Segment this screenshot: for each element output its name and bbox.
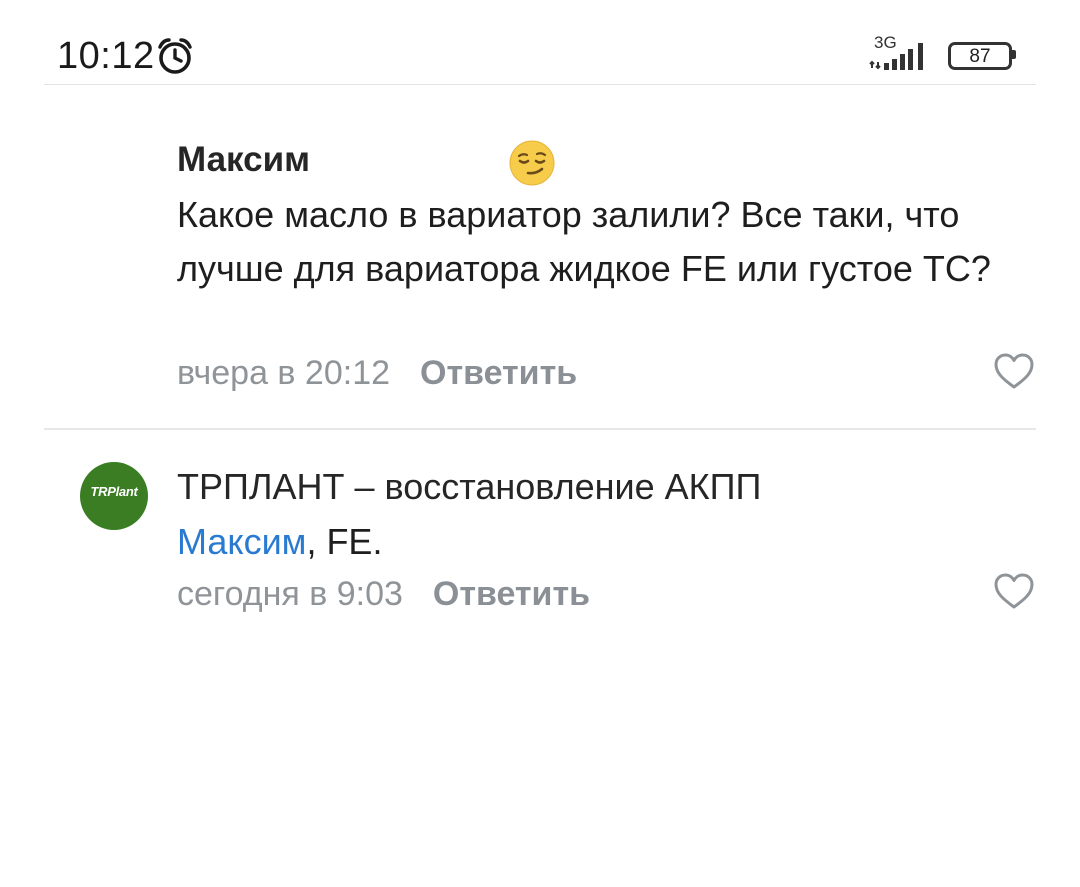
comment-meta: сегодня в 9:03 Ответить	[177, 575, 590, 614]
battery-tip	[1012, 50, 1016, 59]
like-heart-icon[interactable]	[993, 572, 1035, 610]
comment-timestamp: сегодня в 9:03	[177, 575, 403, 613]
avatar-logo-text: TRPlant	[90, 484, 138, 499]
smirking-face-emoji-icon	[509, 140, 555, 186]
comment-timestamp: вчера в 20:12	[177, 354, 391, 392]
status-time: 10:12	[57, 35, 155, 77]
avatar[interactable]: TRPlant	[80, 462, 148, 530]
comment-text: Максим, FE.	[177, 515, 1037, 569]
top-divider	[44, 84, 1036, 85]
signal-bars-icon	[869, 43, 923, 70]
comment-text: Какое масло в вариатор залили? Все таки,…	[177, 194, 991, 289]
battery-indicator: 87	[948, 42, 1016, 70]
battery-level: 87	[969, 46, 991, 67]
mention-link[interactable]: Максим	[177, 521, 306, 562]
reply-button[interactable]: Ответить	[433, 575, 590, 613]
alarm-clock-icon	[158, 38, 192, 74]
reply-button[interactable]: Ответить	[420, 354, 577, 392]
comment-meta: вчера в 20:12 Ответить	[177, 354, 577, 393]
cellular-signal: 3G	[868, 34, 940, 74]
like-heart-icon[interactable]	[993, 352, 1035, 390]
comment-author[interactable]: ТРПЛАНТ – восстановление АКПП	[177, 466, 761, 508]
comment-text-content: , FE.	[306, 521, 383, 562]
comment-author[interactable]: Максим	[177, 140, 310, 180]
comment-divider	[44, 428, 1036, 430]
status-bar: 10:12 3G 87	[0, 0, 1080, 84]
